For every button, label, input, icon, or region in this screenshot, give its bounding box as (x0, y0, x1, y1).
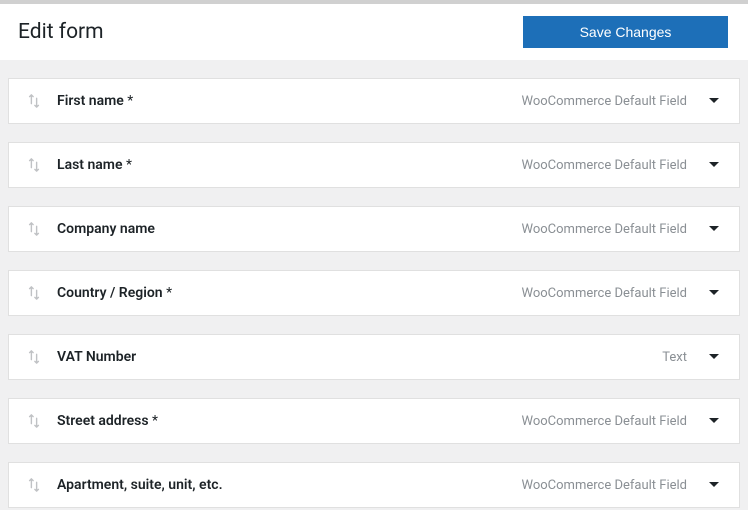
field-label-text: Country / Region (57, 285, 163, 301)
field-row-6[interactable]: Apartment, suite, unit, etc. WooCommerce… (8, 462, 740, 508)
required-marker: * (149, 413, 159, 429)
field-label: Country / Region * (57, 285, 172, 301)
fields-list: First name * WooCommerce Default Field L… (0, 78, 748, 508)
field-row-1[interactable]: Last name * WooCommerce Default Field (8, 142, 740, 188)
page-header: Edit form Save Changes (0, 4, 748, 60)
expand-caret-icon[interactable] (707, 286, 721, 300)
field-label-text: First name (57, 93, 124, 109)
field-type-label: WooCommerce Default Field (522, 478, 688, 493)
field-row-0[interactable]: First name * WooCommerce Default Field (8, 78, 740, 124)
field-type-label: WooCommerce Default Field (522, 222, 688, 237)
field-row-5[interactable]: Street address * WooCommerce Default Fie… (8, 398, 740, 444)
field-type-label: WooCommerce Default Field (522, 286, 688, 301)
required-marker: * (163, 285, 173, 301)
field-label: VAT Number (57, 349, 136, 365)
required-marker: * (123, 157, 133, 173)
field-label-text: Last name (57, 157, 123, 173)
field-type-label: WooCommerce Default Field (522, 158, 688, 173)
field-type-label: WooCommerce Default Field (522, 94, 688, 109)
drag-handle-icon[interactable] (27, 158, 41, 172)
drag-handle-icon[interactable] (27, 478, 41, 492)
field-label: First name * (57, 93, 133, 109)
field-label-text: VAT Number (57, 349, 136, 365)
expand-caret-icon[interactable] (707, 222, 721, 236)
field-label-text: Apartment, suite, unit, etc. (57, 477, 223, 493)
page-title: Edit form (18, 20, 104, 44)
field-label: Company name (57, 221, 155, 237)
field-row-4[interactable]: VAT Number Text (8, 334, 740, 380)
drag-handle-icon[interactable] (27, 286, 41, 300)
expand-caret-icon[interactable] (707, 350, 721, 364)
field-label: Street address * (57, 413, 158, 429)
drag-handle-icon[interactable] (27, 94, 41, 108)
field-label: Apartment, suite, unit, etc. (57, 477, 223, 493)
required-marker: * (124, 93, 134, 109)
field-row-2[interactable]: Company name WooCommerce Default Field (8, 206, 740, 252)
expand-caret-icon[interactable] (707, 94, 721, 108)
save-changes-button[interactable]: Save Changes (523, 16, 728, 48)
field-type-label: WooCommerce Default Field (522, 414, 688, 429)
drag-handle-icon[interactable] (27, 414, 41, 428)
expand-caret-icon[interactable] (707, 414, 721, 428)
drag-handle-icon[interactable] (27, 350, 41, 364)
field-label: Last name * (57, 157, 132, 173)
expand-caret-icon[interactable] (707, 158, 721, 172)
field-row-3[interactable]: Country / Region * WooCommerce Default F… (8, 270, 740, 316)
drag-handle-icon[interactable] (27, 222, 41, 236)
field-type-label: Text (662, 350, 687, 365)
expand-caret-icon[interactable] (707, 478, 721, 492)
field-label-text: Street address (57, 413, 149, 429)
field-label-text: Company name (57, 221, 155, 237)
